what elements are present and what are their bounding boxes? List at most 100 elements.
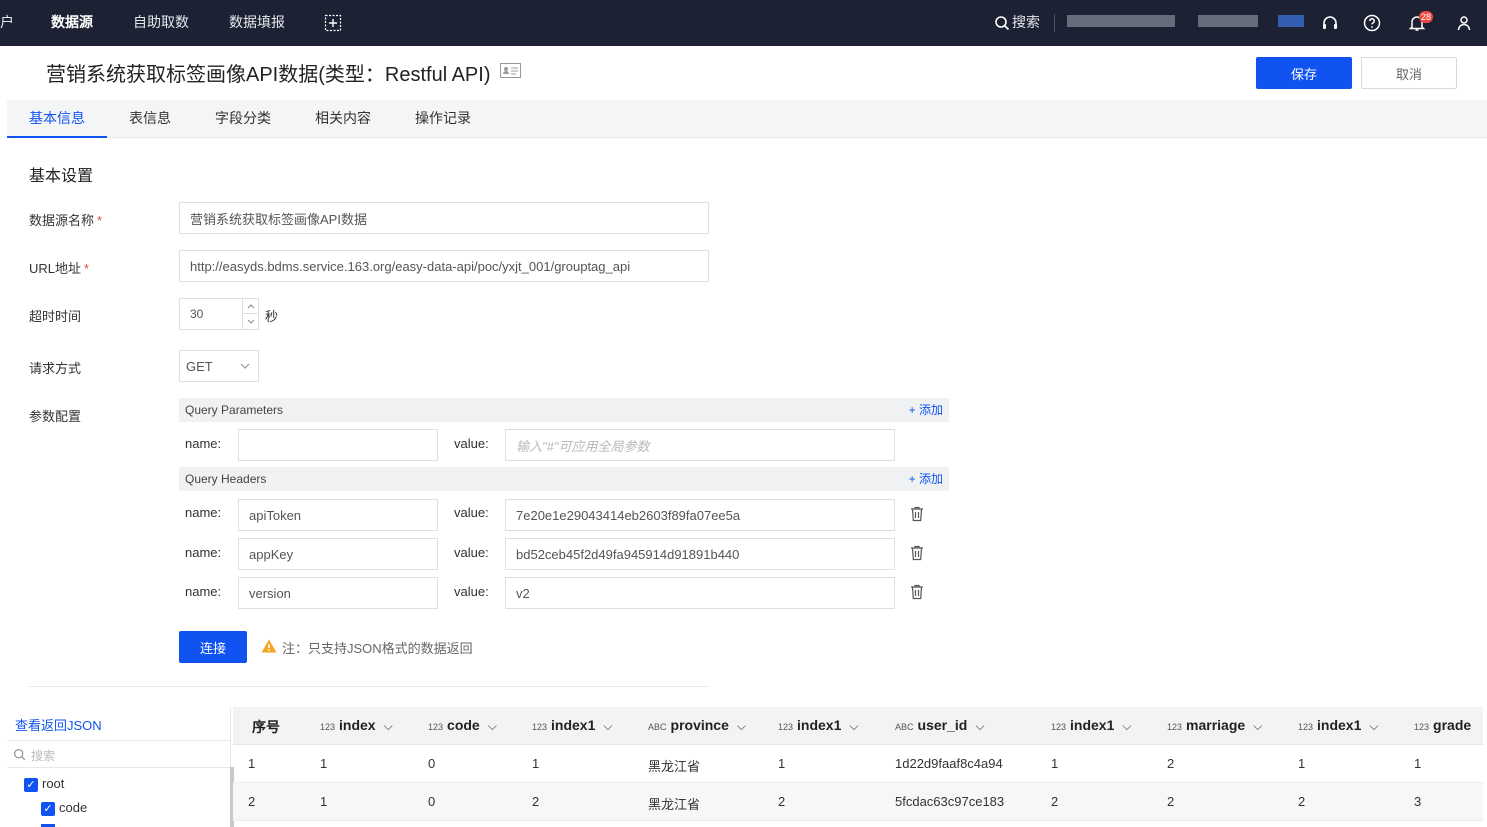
table-row[interactable]: 1 1 0 1 黑龙江省 1 1d22d9faaf8c4a94 1 2 1 1 (233, 745, 1483, 783)
table-cell: 1d22d9faaf8c4a94 (895, 756, 1003, 771)
table-row[interactable]: 2 1 0 2 黑龙江省 2 5fcdac63c97ce183 2 2 2 3 (233, 783, 1483, 821)
column-header[interactable]: 123 index1 ⌵ (532, 717, 613, 734)
page-title: 营销系统获取标签画像API数据(类型：Restful API) (46, 64, 491, 86)
table-cell: 1 (532, 756, 540, 771)
table-cell: 黑龙江省 (648, 759, 701, 774)
param-name-input[interactable] (238, 429, 438, 461)
nav-data-fill[interactable]: 数据填报 (229, 0, 285, 46)
nav-edge-label[interactable]: 户 (0, 0, 14, 46)
table-cell: 1 (248, 756, 256, 771)
method-select[interactable]: GET (179, 350, 259, 382)
search-label[interactable]: 搜索 (1012, 0, 1040, 46)
tree-node-label: root (42, 776, 65, 791)
help-icon[interactable] (1362, 13, 1382, 33)
tab-operation-log[interactable]: 操作记录 (403, 100, 483, 138)
nav-self-service[interactable]: 自助取数 (133, 0, 189, 46)
grid-header-row: 序号 123 index ⌵ 123 code ⌵ 123 index1 ⌵ ABC prov… (233, 707, 1483, 745)
cancel-button[interactable]: 取消 (1361, 57, 1457, 89)
tab-field-category[interactable]: 字段分类 (203, 100, 283, 138)
tree-node-code[interactable]: ✓ code (41, 800, 87, 816)
table-cell: 2 (532, 794, 540, 809)
timeout-value: 30 (190, 307, 204, 321)
user-icon[interactable] (1454, 13, 1474, 33)
header-value-key: value: (454, 584, 489, 599)
trash-icon[interactable] (910, 545, 924, 561)
datasource-name-label: 数据源名称 * (29, 213, 103, 228)
section-title: 基本设置 (29, 168, 94, 185)
header-value-input[interactable]: 7e20e1e29043414eb2603f89fa07ee5a (505, 499, 895, 531)
header-name-key: name: (185, 505, 222, 520)
column-header[interactable]: 123 index1 ⌵ (1051, 717, 1132, 734)
blurred-user-info (1067, 15, 1175, 27)
table-cell: 2 (1298, 794, 1306, 809)
datasource-name-input[interactable]: 营销系统获取标签画像API数据 (179, 202, 709, 234)
checkbox-checked-icon[interactable]: ✓ (41, 801, 55, 816)
header-name-key: name: (185, 584, 222, 599)
table-cell: 1 (1051, 756, 1059, 771)
table-cell: 1 (320, 756, 328, 771)
table-cell: 2 (778, 794, 786, 809)
add-query-parameter-button[interactable]: + 添加 (909, 398, 943, 422)
headset-icon[interactable] (1320, 13, 1340, 33)
table-cell: 2 (1167, 756, 1175, 771)
timeout-unit: 秒 (265, 309, 279, 324)
column-header[interactable]: 123 index1 ⌵ (1298, 717, 1379, 734)
query-parameters-header: Query Parameters + 添加 (179, 398, 949, 422)
plus-box-icon[interactable] (323, 13, 343, 33)
search-icon (13, 748, 26, 761)
tab-table-info[interactable]: 表信息 (115, 100, 185, 138)
table-cell: 5fcdac63c97ce183 (895, 794, 1005, 809)
query-headers-header: Query Headers + 添加 (179, 467, 949, 491)
param-name-key: name: (185, 436, 222, 451)
table-cell: 0 (428, 756, 436, 771)
table-cell: 1 (320, 794, 328, 809)
column-header[interactable]: 123 grade (1414, 717, 1471, 733)
method-value: GET (186, 358, 213, 374)
column-header[interactable]: 123 marriage ⌵ (1167, 717, 1262, 734)
add-query-header-button[interactable]: + 添加 (909, 467, 943, 491)
column-header[interactable]: ABC province ⌵ (648, 717, 746, 734)
table-cell: 2 (1051, 794, 1059, 809)
divider (29, 686, 709, 687)
tree-search-placeholder: 搜索 (31, 749, 56, 763)
header-value-input[interactable]: v2 (505, 577, 895, 609)
header-name-input[interactable]: appKey (238, 538, 438, 570)
url-input[interactable]: http://easyds.bdms.service.163.org/easy-… (179, 250, 709, 282)
method-label: 请求方式 (29, 361, 82, 376)
header-value-input[interactable]: bd52ceb45f2d49fa945914d91891b440 (505, 538, 895, 570)
checkbox-checked-icon[interactable]: ✓ (24, 777, 38, 792)
column-header[interactable]: 123 code ⌵ (428, 717, 497, 734)
chevron-up-icon[interactable] (243, 299, 258, 314)
params-label: 参数配置 (29, 409, 82, 424)
data-preview-grid: 序号 123 index ⌵ 123 code ⌵ 123 index1 ⌵ ABC prov… (233, 707, 1483, 827)
connect-button[interactable]: 连接 (179, 631, 247, 663)
query-headers-title: Query Headers (185, 472, 267, 486)
view-json-link[interactable]: 查看返回JSON (15, 715, 102, 734)
header-name-input[interactable]: apiToken (238, 499, 438, 531)
tab-basic-info[interactable]: 基本信息 (7, 100, 107, 138)
tree-node-root[interactable]: ✓ root (24, 776, 64, 792)
column-header-index[interactable]: 序号 (252, 717, 280, 737)
column-header[interactable]: ABC user_id ⌵ (895, 717, 984, 734)
header-name-input[interactable]: version (238, 577, 438, 609)
nav-datasource[interactable]: 数据源 (51, 0, 93, 46)
timeout-stepper[interactable]: 30 (179, 298, 259, 330)
id-card-icon[interactable] (500, 63, 521, 78)
stepper-controls (242, 299, 258, 329)
trash-icon[interactable] (910, 506, 924, 522)
param-value-input[interactable]: 输入"#"可应用全局参数 (505, 429, 895, 461)
search-icon[interactable] (992, 13, 1012, 33)
divider (1054, 14, 1055, 32)
save-button[interactable]: 保存 (1256, 57, 1352, 89)
chevron-down-icon[interactable] (243, 314, 258, 329)
column-header[interactable]: 123 index1 ⌵ (778, 717, 859, 734)
column-header[interactable]: 123 index ⌵ (320, 717, 393, 734)
trash-icon[interactable] (910, 584, 924, 600)
table-cell: 黑龙江省 (648, 797, 701, 812)
table-cell: 1 (778, 756, 786, 771)
table-cell: 1 (1298, 756, 1306, 771)
tree-search-input[interactable]: 搜索 (7, 740, 231, 768)
query-parameters-title: Query Parameters (185, 403, 284, 417)
table-cell: 3 (1414, 794, 1422, 809)
tab-related-content[interactable]: 相关内容 (303, 100, 383, 138)
